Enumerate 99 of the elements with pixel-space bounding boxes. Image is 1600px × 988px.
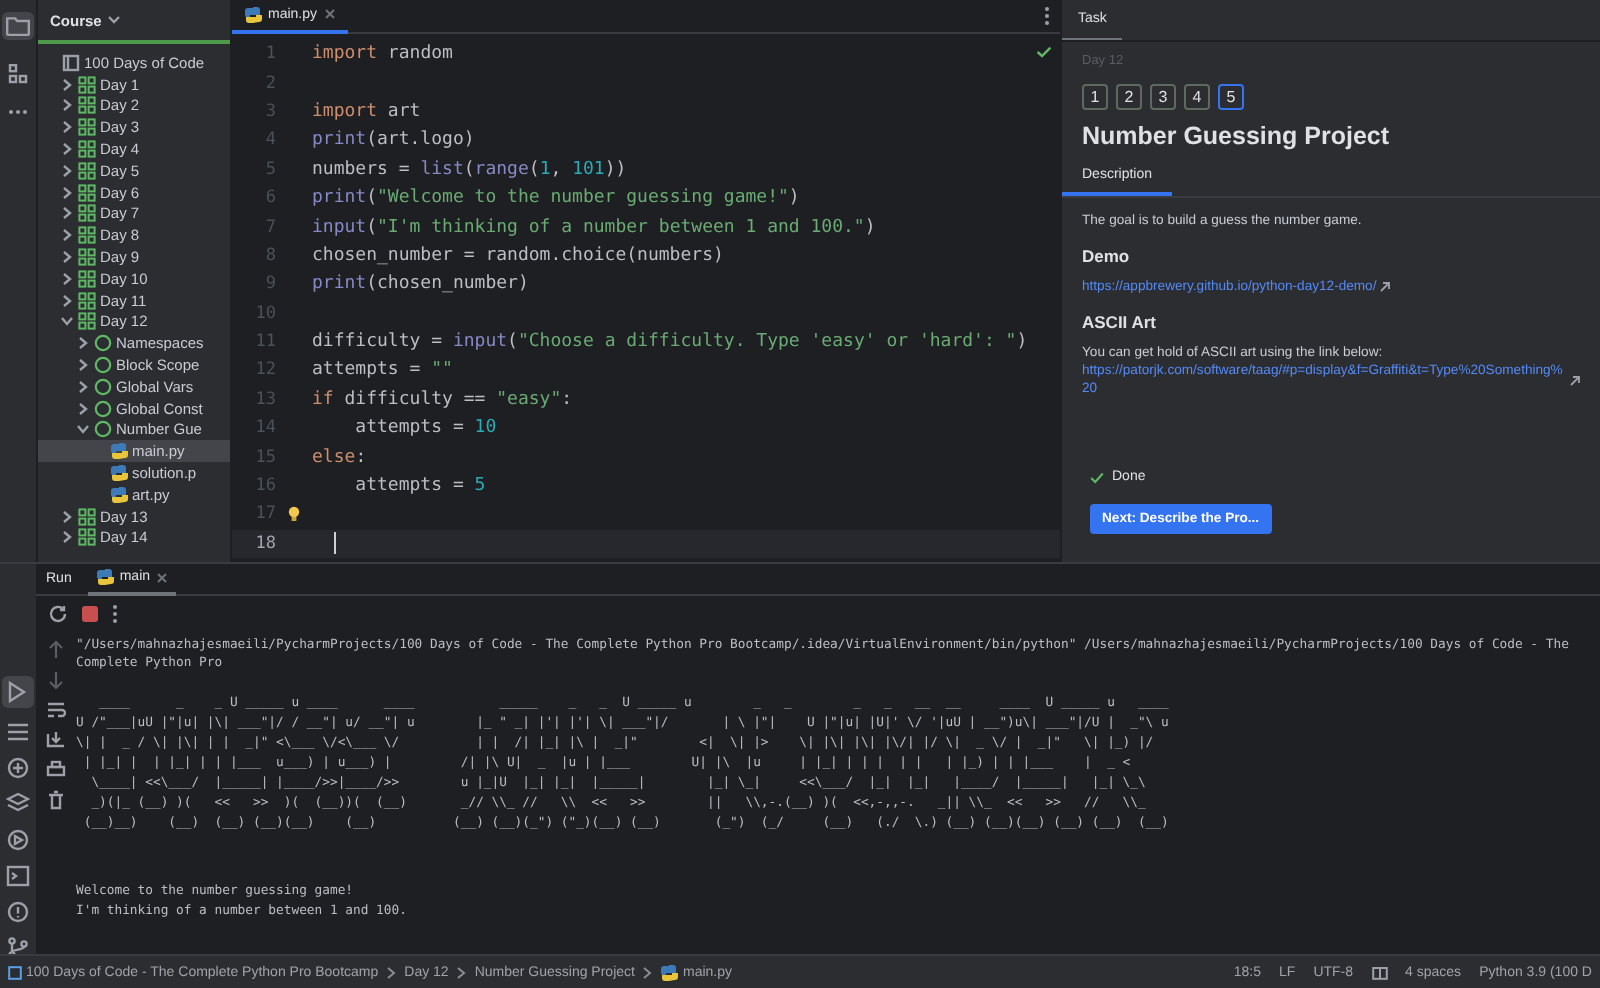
problems-icon[interactable] [6,900,30,924]
chevron-icon[interactable] [59,228,73,243]
code-line: import art [312,101,421,122]
python-packages-icon[interactable] [6,756,30,780]
grid-icon [78,183,96,202]
section-heading: ASCII Art [1082,312,1158,332]
step-button[interactable]: 5 [1218,84,1244,110]
grid-icon [78,269,96,288]
python-file-icon [244,5,262,23]
soft-wrap-icon[interactable] [46,700,66,720]
line-number: 18 [253,533,276,554]
step-button[interactable]: 2 [1116,84,1142,110]
list-icon[interactable] [6,720,30,744]
step-button[interactable]: 4 [1184,84,1210,110]
chevron-icon[interactable] [59,314,73,329]
chevron-icon[interactable] [59,250,73,265]
task-circle-icon [94,356,112,375]
grid-icon [78,161,96,180]
chevron-icon[interactable] [59,293,73,308]
chevron-icon[interactable] [75,379,89,394]
code-line: attempts = 10 [353,418,497,439]
python-file-icon [660,963,679,981]
grid-icon [78,75,96,94]
chevron-icon[interactable] [59,98,73,113]
trash-icon[interactable] [46,790,66,810]
grid-icon [78,204,96,223]
code-line: print(chosen_number) [312,274,529,295]
chevron-icon[interactable] [75,336,89,351]
task-title: Number Guessing Project [1082,122,1392,150]
down-arrow-icon[interactable] [46,670,66,690]
chevron-right-icon [642,965,653,979]
grid-icon [78,248,96,267]
chevron-icon[interactable] [59,185,73,200]
chevron-icon[interactable] [75,422,89,437]
services-icon[interactable] [6,828,30,852]
close-icon[interactable] [156,571,169,583]
check-icon [1036,46,1052,58]
external-link-icon[interactable] [1380,282,1391,292]
task-circle-icon [94,377,112,396]
chevron-icon[interactable] [59,77,73,92]
chevron-right-icon [456,965,467,979]
task-circle-icon [94,399,112,418]
grid-icon [78,118,96,137]
grid-icon [78,140,96,159]
chevron-right-icon [386,965,397,979]
task-circle-icon [94,334,112,353]
chevron-icon[interactable] [75,401,89,416]
text-cursor [334,532,336,555]
lightbulb-icon[interactable] [288,506,300,523]
layers-icon[interactable] [6,792,30,816]
up-arrow-icon[interactable] [46,640,66,660]
external-link-icon[interactable] [1570,375,1580,385]
grid-icon [78,226,96,245]
code-line: attempts = "" [312,360,453,381]
stop-icon[interactable] [80,604,100,624]
grid-icon [78,312,96,331]
more-icon[interactable] [8,108,28,116]
more-icon[interactable] [1044,6,1050,26]
code-line: import random [312,44,453,65]
step-button[interactable]: 1 [1082,84,1108,110]
code-line: else: [312,447,367,468]
scroll-to-end-icon[interactable] [46,730,66,750]
chevron-icon[interactable] [59,206,73,221]
code-line: print("Welcome to the number guessing game!") [312,188,800,209]
git-branch-icon[interactable] [6,936,30,960]
python-file-icon [110,442,128,461]
close-icon[interactable] [323,8,336,20]
print-icon[interactable] [46,760,66,780]
python-file-icon [110,485,128,504]
grid-icon [78,528,96,547]
python-file-icon [95,568,114,586]
step-button[interactable]: 3 [1150,84,1176,110]
code-line: if difficulty == "easy": [312,389,573,410]
code-line: input("I'm thinking of a number between 1 and 100.") [312,217,876,238]
section-heading: Demo [1082,246,1132,266]
terminal-icon[interactable] [6,864,30,888]
rerun-icon[interactable] [48,604,68,624]
code-line: chosen_number = random.choice(numbers) [312,245,724,266]
code-line: difficulty = input("Choose a difficulty. Type 'easy' or 'hard': ") [312,332,1028,353]
chevron-icon[interactable] [59,509,73,524]
chevron-icon[interactable] [59,163,73,178]
task-circle-icon [94,420,112,439]
caret-icon [107,16,120,24]
folder-icon[interactable] [2,12,34,40]
code-line: numbers = list(range(1, 101)) [312,159,627,180]
grid-icon [78,507,96,526]
chevron-icon[interactable] [75,358,89,373]
code-line: attempts = 5 [353,476,486,497]
run-icon[interactable] [2,676,34,708]
chevron-icon[interactable] [59,271,73,286]
code-line: print(art.logo) [312,130,475,151]
chevron-icon[interactable] [59,120,73,135]
structure-icon[interactable] [8,64,28,84]
python-file-icon [110,464,128,483]
grid-icon [78,291,96,310]
more-icon[interactable] [112,604,118,624]
chevron-icon[interactable] [59,530,73,545]
grid-icon [78,96,96,115]
chevron-icon[interactable] [59,142,73,157]
